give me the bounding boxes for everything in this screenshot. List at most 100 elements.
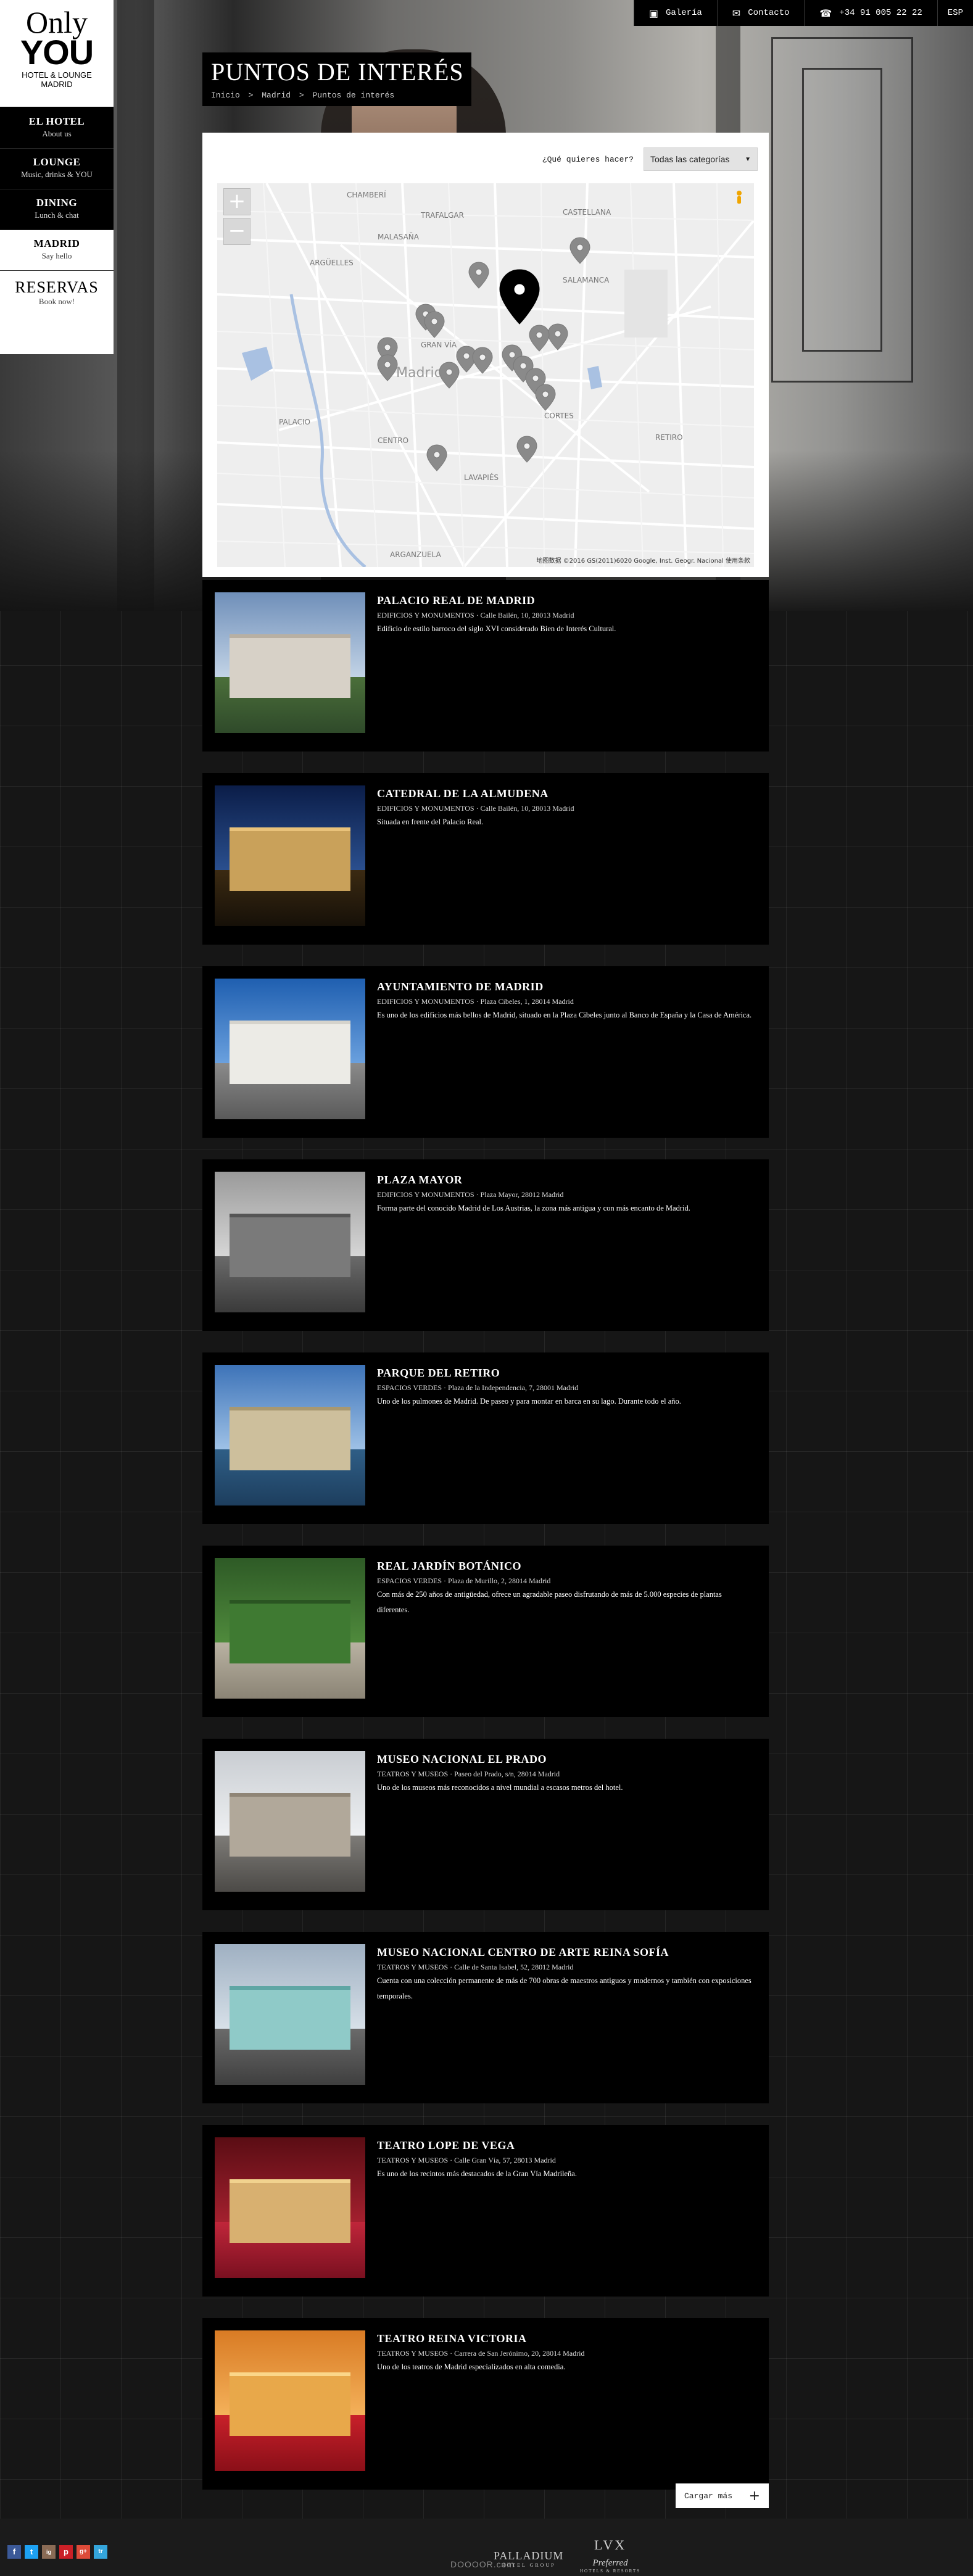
poi-info: TEATRO REINA VICTORIA TEATROS Y MUSEOS ·… [377, 2332, 753, 2375]
poi-card[interactable]: REAL JARDÍN BOTÁNICO ESPACIOS VERDES · P… [202, 1546, 769, 1717]
poi-card[interactable]: MUSEO NACIONAL CENTRO DE ARTE REINA SOFÍ… [202, 1932, 769, 2103]
breadcrumb-home[interactable]: Inicio [211, 91, 240, 100]
preferred-script: Preferred [592, 2558, 628, 2568]
map-pin [439, 362, 460, 389]
sidebar: Only YOU HOTEL & LOUNGE MADRID EL HOTEL … [0, 0, 114, 354]
poi-image[interactable] [215, 1558, 365, 1699]
poi-title[interactable]: PLAZA MAYOR [377, 1173, 753, 1187]
map-credit: 地图数据 ©2016 GS(2011)6020 Google, Inst. Ge… [536, 558, 750, 565]
map-filter: ¿Qué quieres hacer? Todas las categorías… [542, 147, 758, 171]
poi-description: Es uno de los edificios más bellos de Ma… [377, 1011, 752, 1019]
nav-item-madrid[interactable]: MADRID Say hello [0, 230, 114, 271]
breadcrumb-separator: > [299, 91, 304, 100]
poi-info: PALACIO REAL DE MADRID EDIFICIOS Y MONUM… [377, 594, 753, 637]
poi-image[interactable] [215, 2330, 365, 2471]
map-pin [569, 237, 590, 264]
poi-image[interactable] [215, 785, 365, 926]
map-pin [547, 323, 568, 350]
poi-title[interactable]: CATEDRAL DE LA ALMUDENA [377, 787, 753, 800]
zoom-out-button[interactable]: − [223, 218, 250, 245]
page-header: PUNTOS DE INTERÉS Inicio > Madrid > Punt… [202, 52, 471, 106]
poi-image[interactable] [215, 2137, 365, 2278]
gallery-link[interactable]: ▣ Galería [633, 0, 717, 26]
poi-info: PARQUE DEL RETIRO ESPACIOS VERDES · Plaz… [377, 1366, 753, 1409]
phone-link[interactable]: ☎ +34 91 005 22 22 [804, 0, 937, 26]
map-pin [529, 325, 550, 352]
contact-link[interactable]: ✉ Contacto [716, 0, 805, 26]
breadcrumb-madrid[interactable]: Madrid [262, 91, 291, 100]
social-links: f t ig p g+ tr [7, 2545, 111, 2559]
gallery-label: Galería [665, 8, 702, 18]
poi-meta: EDIFICIOS Y MONUMENTOS · Plaza Mayor, 28… [377, 1190, 564, 1199]
nav-item-subtitle: Music, drinks & YOU [21, 170, 93, 179]
poi-image[interactable] [215, 1944, 365, 2085]
lvx-preferred-logo[interactable]: LVX Preferred HOTELS & RESORTS [580, 2537, 640, 2574]
hero-window [802, 68, 882, 352]
poi-title[interactable]: REAL JARDÍN BOTÁNICO [377, 1559, 753, 1573]
map-pin [516, 436, 537, 463]
map-pin [377, 354, 398, 381]
poi-image[interactable] [215, 1172, 365, 1312]
hotel-logo[interactable]: Only YOU HOTEL & LOUNGE MADRID [0, 0, 114, 108]
poi-image[interactable] [215, 1365, 365, 1505]
poi-title[interactable]: PARQUE DEL RETIRO [377, 1366, 753, 1380]
poi-card[interactable]: CATEDRAL DE LA ALMUDENA EDIFICIOS Y MONU… [202, 773, 769, 945]
poi-info: AYUNTAMIENTO DE MADRID EDIFICIOS Y MONUM… [377, 980, 753, 1023]
nav-item-subtitle: Say hello [41, 251, 72, 260]
poi-card[interactable]: MUSEO NACIONAL EL PRADO TEATROS Y MUSEOS… [202, 1739, 769, 1910]
twitter-icon[interactable]: t [25, 2545, 38, 2559]
poi-card[interactable]: PARQUE DEL RETIRO ESPACIOS VERDES · Plaz… [202, 1352, 769, 1524]
page-title: PUNTOS DE INTERÉS [211, 58, 464, 86]
poi-info: REAL JARDÍN BOTÁNICO ESPACIOS VERDES · P… [377, 1559, 753, 1618]
poi-meta: TEATROS Y MUSEOS · Calle de Santa Isabel… [377, 1963, 574, 1971]
tripadvisor-icon[interactable]: tr [94, 2545, 107, 2559]
nav-item-hotel[interactable]: EL HOTEL About us [0, 108, 114, 149]
map-pin [426, 444, 447, 471]
load-more-button[interactable]: Cargar más + [676, 2483, 769, 2508]
poi-card[interactable]: TEATRO LOPE DE VEGA TEATROS Y MUSEOS · C… [202, 2125, 769, 2296]
poi-image[interactable] [215, 592, 365, 733]
poi-title[interactable]: TEATRO REINA VICTORIA [377, 2332, 753, 2345]
poi-card[interactable]: PALACIO REAL DE MADRID EDIFICIOS Y MONUM… [202, 580, 769, 752]
poi-image[interactable] [215, 1751, 365, 1892]
nav-item-lounge[interactable]: LOUNGE Music, drinks & YOU [0, 149, 114, 189]
facebook-icon[interactable]: f [7, 2545, 21, 2559]
map-canvas[interactable]: CHAMBERÍ MALASAÑA SALAMANCA CASTELLANA T… [217, 183, 754, 567]
poi-title[interactable]: TEATRO LOPE DE VEGA [377, 2139, 753, 2152]
watermark: DOOOOR.com [450, 2559, 515, 2569]
category-select[interactable]: Todas las categorías ▼ [644, 147, 758, 171]
plus-icon: + [748, 2488, 760, 2504]
poi-info: CATEDRAL DE LA ALMUDENA EDIFICIOS Y MONU… [377, 787, 753, 830]
instagram-icon[interactable]: ig [42, 2545, 56, 2559]
language-selector[interactable]: ESP [937, 0, 973, 26]
poi-title[interactable]: AYUNTAMIENTO DE MADRID [377, 980, 753, 993]
category-select-value: Todas las categorías [650, 154, 730, 164]
map-pins [377, 191, 742, 471]
poi-meta: EDIFICIOS Y MONUMENTOS · Calle Bailén, 1… [377, 611, 574, 619]
nav-item-dining[interactable]: DINING Lunch & chat [0, 189, 114, 230]
poi-meta: TEATROS Y MUSEOS · Paseo del Prado, s/n,… [377, 1770, 560, 1778]
poi-meta: ESPACIOS VERDES · Plaza de Murillo, 2, 2… [377, 1576, 551, 1585]
top-bar: ▣ Galería ✉ Contacto ☎ +34 91 005 22 22 … [633, 0, 973, 26]
reservas-button[interactable]: RESERVAS Book now! [0, 271, 114, 354]
poi-card[interactable]: PLAZA MAYOR EDIFICIOS Y MONUMENTOS · Pla… [202, 1159, 769, 1331]
breadcrumb: Inicio > Madrid > Puntos de interés [211, 91, 464, 100]
poi-description: Con más de 250 años de antigüedad, ofrec… [377, 1590, 722, 1614]
zoom-in-button[interactable]: + [223, 188, 250, 215]
poi-title[interactable]: MUSEO NACIONAL EL PRADO [377, 1752, 753, 1766]
google-plus-icon[interactable]: g+ [77, 2545, 90, 2559]
poi-title[interactable]: PALACIO REAL DE MADRID [377, 594, 753, 607]
poi-card[interactable]: AYUNTAMIENTO DE MADRID EDIFICIOS Y MONUM… [202, 966, 769, 1138]
logo-you: YOU [20, 33, 94, 72]
poi-title[interactable]: MUSEO NACIONAL CENTRO DE ARTE REINA SOFÍ… [377, 1945, 753, 1959]
poi-meta: ESPACIOS VERDES · Plaza de la Independen… [377, 1383, 579, 1392]
filter-label: ¿Qué quieres hacer? [542, 154, 634, 164]
poi-card[interactable]: TEATRO REINA VICTORIA TEATROS Y MUSEOS ·… [202, 2318, 769, 2490]
poi-meta: TEATROS Y MUSEOS · Carrera de San Jeróni… [377, 2349, 585, 2358]
poi-description: Situada en frente del Palacio Real. [377, 818, 484, 826]
poi-image[interactable] [215, 979, 365, 1119]
pinterest-icon[interactable]: p [59, 2545, 73, 2559]
phone-label: +34 91 005 22 22 [839, 8, 922, 18]
poi-description: Cuenta con una colección permanente de m… [377, 1976, 751, 2000]
map-pin [535, 384, 556, 411]
